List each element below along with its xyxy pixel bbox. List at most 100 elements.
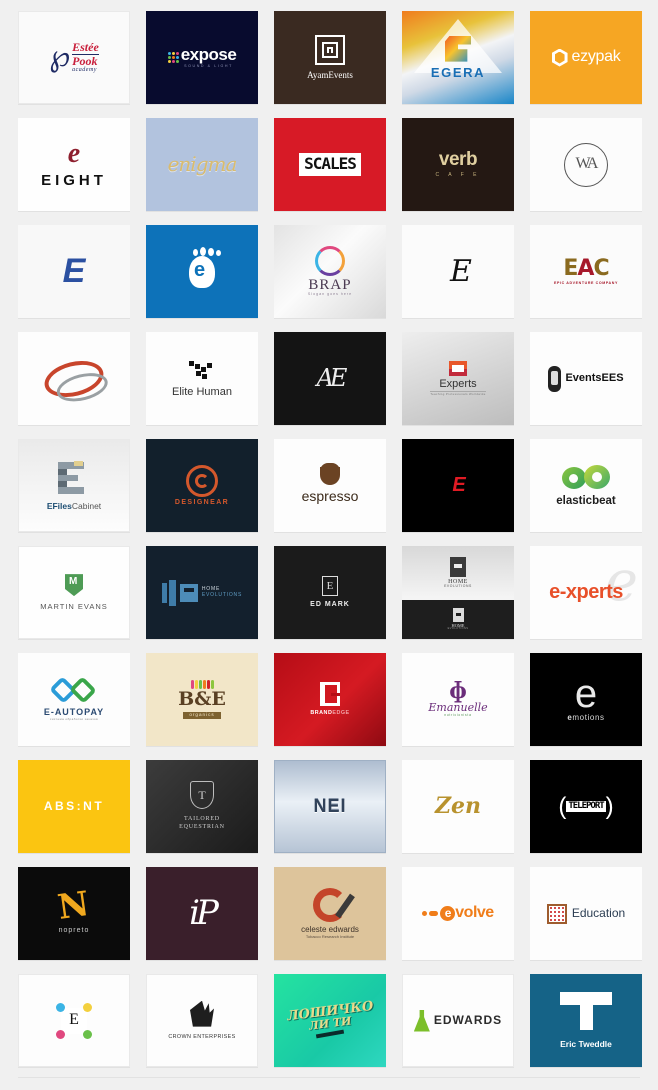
crown-enterprises-wordmark: CROWN ENTERPRISES: [168, 1033, 236, 1040]
logo-tile-tailored-equestrian[interactable]: T TAILORED EQUESTRIAN: [146, 760, 258, 853]
logo-tile-wa-monogram[interactable]: WA: [530, 118, 642, 211]
logo-tile-ip-monogram[interactable]: iP: [146, 867, 258, 960]
bars-icon: [161, 579, 176, 606]
efiles-wordmark: EFilesCabinet: [46, 501, 102, 512]
logo-tile-swoosh-oval[interactable]: [18, 332, 130, 425]
logo-tile-elasticbeat[interactable]: elasticbeat: [530, 439, 642, 532]
evolutions-label-dark: EVOLUTIONS: [447, 627, 469, 631]
logo-tile-edwards[interactable]: EDWARDS: [402, 974, 514, 1067]
logo-tile-ezypak[interactable]: ezypak: [530, 11, 642, 104]
infinity-loop-icon: [560, 463, 612, 493]
brandedge-b-icon: [320, 682, 340, 707]
elasticbeat-wordmark: elasticbeat: [556, 495, 616, 508]
logo-tile-scales[interactable]: SCALES: [274, 118, 386, 211]
logo-tile-designear[interactable]: DESIGNEAR: [146, 439, 258, 532]
nei-wordmark: NEI: [313, 796, 347, 817]
brap-wordmark: BRAP: [308, 276, 352, 293]
scales-wordmark: SCALES: [304, 154, 357, 174]
square-e-icon: [179, 583, 198, 602]
logo-tile-teleport[interactable]: ( TELEPORT ): [530, 760, 642, 853]
ip-monogram-glyph: iP: [189, 893, 219, 934]
logo-tile-eric-tweddle[interactable]: Eric Tweddle: [530, 974, 642, 1067]
logo-tile-enigma[interactable]: enigma: [146, 118, 258, 211]
expose-wordmark: expose: [180, 45, 237, 65]
enigma-wordmark: enigma: [167, 152, 238, 176]
left-paren-icon: (: [558, 792, 567, 820]
emanuelle-glyph-icon: ɸ: [449, 677, 467, 704]
logo-tile-emanuelle[interactable]: ɸ Emanuelle nutricionista: [402, 653, 514, 746]
confetti-dots-icon: [167, 51, 179, 63]
grid-squares-icon: [546, 903, 567, 924]
eight-wordmark: EIGHT: [41, 172, 107, 190]
e-letter: E: [69, 1011, 79, 1029]
ae-script-glyph: AE: [316, 363, 348, 392]
right-paren-icon: ): [605, 792, 614, 820]
logo-tile-crown-enterprises[interactable]: CROWN ENTERPRISES: [146, 974, 258, 1067]
emotions-wordmark: emotions: [567, 713, 605, 723]
logo-tile-e-xperts[interactable]: e e-xperts: [530, 546, 642, 639]
logo-tile-loshadko[interactable]: ЛОШИЧКО ЛИ ТИ: [274, 974, 386, 1067]
b-and-e-monogram: B&E: [178, 688, 226, 711]
logo-tile-elite-human[interactable]: Elite Human: [146, 332, 258, 425]
ayam-wordmark: AyamEvents: [307, 69, 353, 80]
education-wordmark: Education: [571, 906, 626, 921]
logo-tile-e-footprint[interactable]: [146, 225, 258, 318]
logo-tile-events-ees[interactable]: EventsEES: [530, 332, 642, 425]
logo-tile-brap[interactable]: BRAP Slogan goes here: [274, 225, 386, 318]
eric-tweddle-wordmark: Eric Tweddle: [560, 1039, 612, 1050]
logo-tile-ed-mark[interactable]: E ED MARK: [274, 546, 386, 639]
logo-tile-b-and-e-organics[interactable]: B&E organics: [146, 653, 258, 746]
logo-tile-verb-cafe[interactable]: verb C A F E: [402, 118, 514, 211]
logo-tile-education[interactable]: Education: [530, 867, 642, 960]
logo-tile-evolve[interactable]: e volve: [402, 867, 514, 960]
logo-tile-eac[interactable]: EAC EPIC ADVENTURE COMPANY: [530, 225, 642, 318]
eight-e-icon: e: [67, 138, 81, 170]
experts-square-icon: [449, 361, 467, 377]
logo-tile-emotions[interactable]: e emotions: [530, 653, 642, 746]
logo-tile-estee-pook[interactable]: ℘ Estée Pook academy: [18, 11, 130, 104]
logo-tile-e-red-black[interactable]: E: [402, 439, 514, 532]
logo-tile-ae-script-dark[interactable]: AE: [274, 332, 386, 425]
edwards-wordmark: EDWARDS: [433, 1013, 503, 1028]
logo-tile-martin-evans[interactable]: MARTIN EVANS: [18, 546, 130, 639]
logo-tile-experts[interactable]: Experts Teaching Professionals Worldwide: [402, 332, 514, 425]
logo-tile-nei[interactable]: NEI: [274, 760, 386, 853]
logo-grid: ℘ Estée Pook academy expose SOUND & LIGH…: [0, 11, 658, 1067]
logo-tile-expose[interactable]: expose SOUND & LIGHT: [146, 11, 258, 104]
logo-tile-brandedge[interactable]: BRANDEDGE: [274, 653, 386, 746]
nopreto-wordmark: nopreto: [58, 926, 90, 934]
logo-tile-nopreto[interactable]: N nopreto: [18, 867, 130, 960]
verb-tagline: C A F E: [435, 172, 481, 179]
logo-tile-ayam-events[interactable]: AyamEvents: [274, 11, 386, 104]
experts-tagline: Teaching Professionals Worldwide: [430, 390, 486, 396]
estee-line1: Estée: [72, 40, 99, 55]
logo-tile-home-evolutions-1[interactable]: HOME EVOLUTIONS: [146, 546, 258, 639]
teleport-wordmark: TELEPORT: [566, 800, 606, 813]
logo-tile-zen[interactable]: Zen: [402, 760, 514, 853]
e-red-glyph: E: [452, 474, 465, 496]
dot-icon: [422, 910, 428, 916]
flask-icon: [413, 1009, 430, 1032]
e-blue-glyph: E: [62, 251, 86, 290]
eventsees-wordmark: EventsEES: [565, 371, 624, 384]
logo-grid-board: ℘ Estée Pook academy expose SOUND & LIGH…: [0, 0, 658, 1090]
logo-tile-espresso[interactable]: espresso: [274, 439, 386, 532]
logo-tile-e-colorful-cube[interactable]: E: [18, 974, 130, 1067]
logo-tile-home-evolutions-2[interactable]: HOME EVOLUTIONS HOME EVOLUTIONS: [402, 546, 514, 639]
logo-tile-eight[interactable]: e EIGHT: [18, 118, 130, 211]
zen-wordmark: Zen: [434, 792, 482, 819]
logo-tile-celeste-edwards[interactable]: celeste edwards Tobacco Research Institu…: [274, 867, 386, 960]
logo-tile-e-script-mono[interactable]: E: [402, 225, 514, 318]
logo-tile-efiles-cabinet[interactable]: EFilesCabinet: [18, 439, 130, 532]
bottom-divider: [18, 1077, 640, 1078]
nopreto-n-icon: N: [55, 883, 93, 928]
logo-tile-egera[interactable]: EGERA: [402, 11, 514, 104]
designear-wordmark: DESIGNEAR: [174, 498, 230, 506]
e-xperts-wordmark: e-xperts: [549, 581, 623, 603]
logo-tile-e-autopay[interactable]: E-AUTOPAY система обработки заказов: [18, 653, 130, 746]
celeste-edwards-tagline: Tobacco Research Institute: [305, 933, 355, 939]
designear-spiral-icon: [186, 464, 218, 497]
logo-tile-absent[interactable]: ABS:NT: [18, 760, 130, 853]
pill-icon: [429, 910, 439, 916]
logo-tile-e-blue-mark[interactable]: E: [18, 225, 130, 318]
